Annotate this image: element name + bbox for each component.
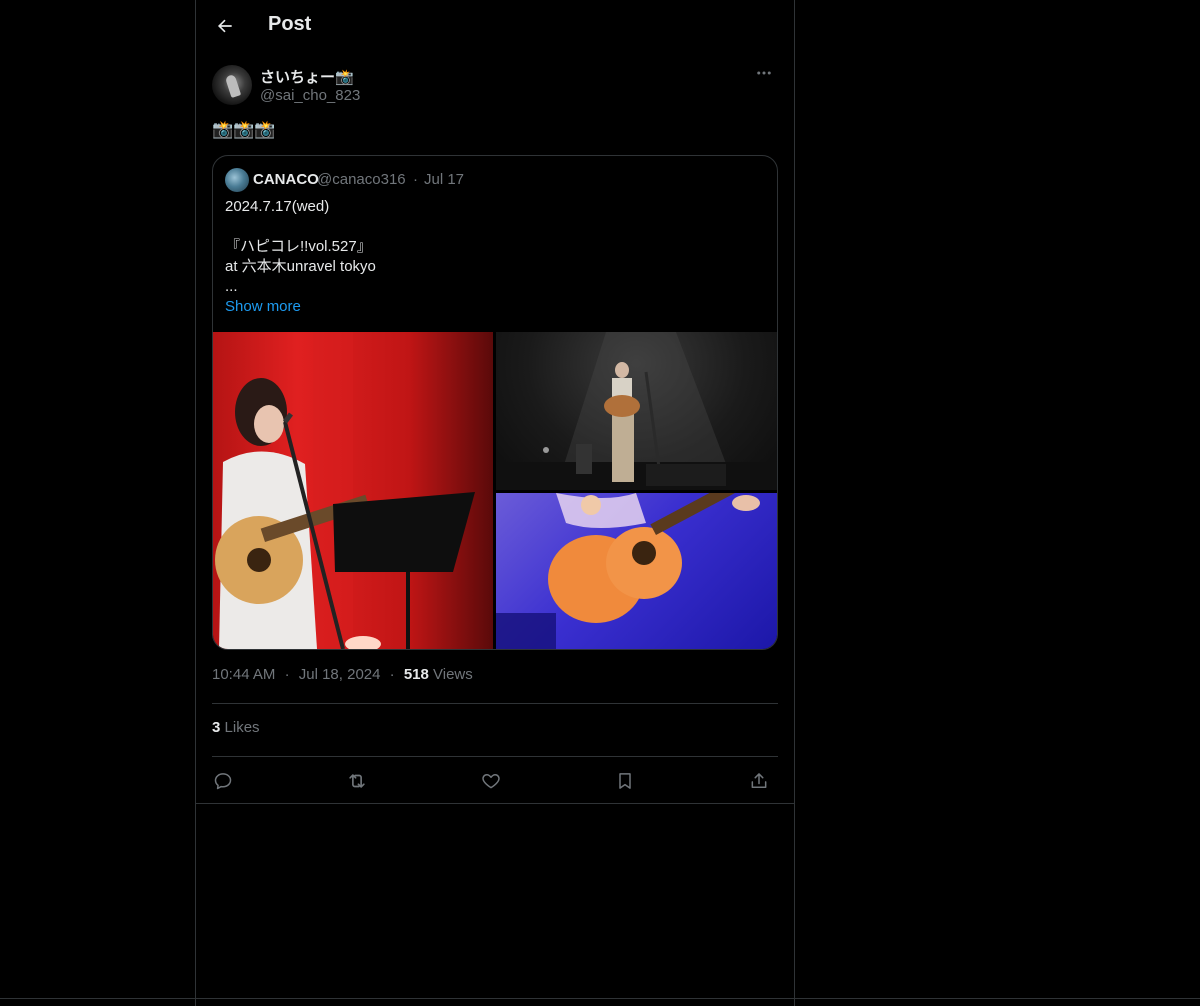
top-bar: Post [196,0,794,53]
post-time[interactable]: 10:44 AM [212,666,275,683]
divider [212,703,778,704]
guitar-photo [496,493,760,649]
quoted-post[interactable]: CANACO @canaco316 · Jul 17 2024.7.17(wed… [212,155,778,650]
show-more-link[interactable]: Show more [225,297,765,317]
action-bar [212,764,778,798]
post-date[interactable]: Jul 18, 2024 [299,666,381,683]
quoted-avatar [225,168,249,192]
post-meta: 10:44 AM · Jul 18, 2024 · 518 Views [212,666,473,683]
separator-dot: · [413,171,418,188]
reply-button[interactable] [206,764,240,798]
quoted-post-text: 2024.7.17(wed) 『ハピコレ!!vol.527』 at 六本木unr… [225,197,765,317]
views-label: Views [433,666,473,683]
quoted-text-line: at 六本木unravel tokyo [225,258,376,275]
views-count: 518 [403,666,429,683]
quoted-text-line: 2024.7.17(wed) [225,198,330,215]
arrow-left-icon [217,19,232,33]
quoted-text-line: ... [225,278,238,295]
heart-icon [482,774,500,789]
media-photo-3[interactable] [496,493,777,649]
more-horizontal-icon [757,71,771,75]
quoted-display-name: CANACO [253,171,319,188]
quoted-handle: @canaco316 [317,171,406,188]
reply-icon [214,773,232,790]
post-author: さいちょー📸 @sai_cho_823 [212,64,778,108]
page-title: Post [268,13,312,35]
media-grid [213,332,777,649]
bookmark-button[interactable] [608,764,642,798]
share-button[interactable] [742,764,776,798]
divider [212,756,778,757]
post-text: 📸📸📸 [212,120,276,139]
media-photo-1[interactable] [213,332,493,649]
likes-label: Likes [224,719,260,736]
media-photo-2[interactable] [496,332,777,490]
quoted-text-line [225,217,765,237]
back-button[interactable] [208,9,242,43]
divider [0,998,1200,999]
stage-photo [496,332,777,490]
author-display-name[interactable]: さいちょー📸 [260,66,354,87]
repost-button[interactable] [340,764,374,798]
divider [196,803,794,804]
more-button[interactable] [750,64,778,88]
repost-icon [349,774,365,788]
likes-count: 3 [212,719,221,736]
like-button[interactable] [474,764,508,798]
quoted-date: Jul 17 [424,171,465,188]
separator-dot: · [389,666,395,683]
bookmark-icon [619,773,631,789]
share-icon [751,773,767,788]
separator-dot: · [284,666,290,683]
avatar[interactable] [212,65,252,105]
likes-link[interactable]: 3 Likes [212,719,260,736]
post-column: Post さいちょー📸 @sai_cho_823 📸📸📸 CANACO @can… [195,0,795,1006]
author-handle[interactable]: @sai_cho_823 [260,87,360,104]
performer-photo [215,332,475,649]
quoted-text-line: 『ハピコレ!!vol.527』 [225,238,372,255]
